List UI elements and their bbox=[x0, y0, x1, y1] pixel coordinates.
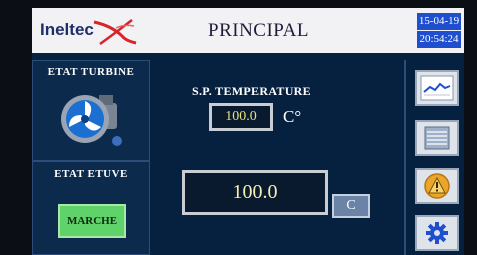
setpoint-label: S.P. TEMPERATURE bbox=[192, 84, 311, 98]
setpoint-unit: C° bbox=[283, 107, 302, 126]
gear-icon bbox=[426, 222, 448, 244]
right-nav-column bbox=[404, 60, 464, 255]
turbine-status-title: ETAT TURBINE bbox=[47, 66, 135, 78]
etuve-status-panel: ETAT ETUVE MARCHE bbox=[32, 161, 150, 255]
trend-chart-icon bbox=[420, 75, 454, 101]
list-icon bbox=[424, 126, 450, 150]
list-button[interactable] bbox=[415, 120, 459, 156]
fan-icon bbox=[61, 95, 122, 146]
page-title: PRINCIPAL bbox=[208, 20, 309, 41]
date-display: 15-04-19 bbox=[417, 13, 461, 30]
header-bar: Ineltec PRINCIPAL 15-04-19 20:54:24 bbox=[32, 8, 464, 53]
logo-text: Ineltec bbox=[40, 20, 94, 39]
hmi-screen: Ineltec PRINCIPAL 15-04-19 20:54:24 ETAT… bbox=[32, 8, 464, 255]
unit-button[interactable]: C bbox=[332, 194, 370, 218]
temperature-display: 100.0 bbox=[182, 170, 328, 215]
time-display: 20:54:24 bbox=[417, 31, 461, 48]
alarm-button[interactable] bbox=[415, 168, 459, 204]
trend-button[interactable] bbox=[415, 70, 459, 106]
etuve-status-title: ETAT ETUVE bbox=[54, 168, 128, 180]
company-logo: Ineltec bbox=[40, 16, 140, 46]
setpoint-input[interactable]: 100.0 bbox=[209, 103, 273, 131]
logo-swoosh-icon bbox=[93, 19, 137, 46]
marche-button[interactable]: MARCHE bbox=[58, 204, 126, 238]
settings-button[interactable] bbox=[415, 215, 459, 251]
turbine-status-panel: ETAT TURBINE bbox=[32, 60, 150, 161]
alarm-icon bbox=[424, 173, 450, 199]
